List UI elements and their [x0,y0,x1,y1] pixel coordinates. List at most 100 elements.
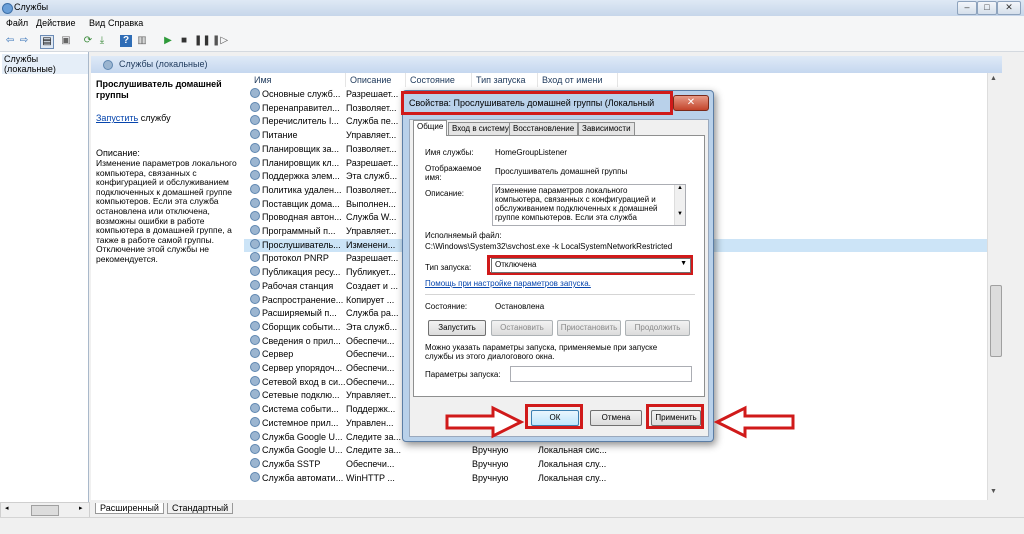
params-hint: Можно указать параметры запуска, применя… [425,343,658,361]
table-row[interactable]: Служба автомати... WinHTTP ... Вручную Лока… [244,471,987,485]
description-scroll-up-icon[interactable]: ▲ [675,185,685,191]
name-cell: Публикация ресу... [250,266,346,279]
services-gear-icon [103,60,113,70]
description-field[interactable]: Изменение параметров локального компьюте… [492,184,686,226]
tab-standard[interactable]: Стандартный [167,503,234,514]
table-row[interactable]: Служба Google U... Следите за... Вручную Ло… [244,444,987,457]
resume-button[interactable]: Продолжить [625,320,690,336]
dropdown-arrow-icon[interactable]: ▼ [680,260,687,267]
menu-view[interactable]: Вид [89,18,105,28]
title-bar: Службы – □ ✕ [0,0,1024,16]
vertical-scrollbar[interactable]: ▲ ▼ [987,73,1003,500]
services-app-icon [2,3,13,14]
name-cell: Перечислитель I... [250,115,346,128]
name-cell: Перенаправител... [250,101,346,115]
description-scrollbar[interactable]: ▲ ▼ [674,185,685,225]
forward-icon[interactable]: ⇨ [18,35,30,47]
service-name-cell: Перечислитель I... [262,116,339,127]
startup-type-select[interactable]: Отключена ▼ [491,258,691,273]
service-name-cell: Питание [262,130,298,141]
description-text: Изменение параметров локального компьюте… [96,158,237,264]
apply-button[interactable]: Применить [651,410,701,426]
service-name-cell: Публикация ресу... [262,267,341,278]
menu-action[interactable]: Действие [36,18,76,28]
scroll-thumb[interactable] [990,285,1002,357]
desc-cell: Разрешает... [346,89,399,99]
name-cell: Служба автомати... [250,471,346,485]
dialog-close-button[interactable]: ✕ [673,95,709,111]
table-row[interactable]: Служба SSTP Обеспечи... Вручную Локальная с… [244,457,987,471]
start-service-icon[interactable]: ▶ [162,35,174,47]
logon-cell: Локальная слу... [538,472,607,483]
service-name-cell: Сетевые подклю... [262,390,340,401]
column-logon[interactable]: Вход от имени [538,73,618,87]
column-startup-type[interactable]: Тип запуска [472,73,538,87]
params-input[interactable] [510,366,692,382]
action-pane-icon[interactable]: ▥ [136,35,148,47]
column-description[interactable]: Описание [346,73,406,87]
name-cell: Сервер упорядоч... [250,362,346,375]
tree-item-local-services[interactable]: Службы (локальные) [2,54,88,74]
description-scroll-down-icon[interactable]: ▼ [675,211,685,217]
pause-service-icon[interactable]: ❚❚ [194,35,211,47]
startup-help-link[interactable]: Помощь при настройке параметров запуска. [425,279,591,288]
desc-cell: Служба пе... [346,116,399,127]
hscroll-thumb[interactable] [31,505,59,516]
desc-cell: Позволяет... [346,102,397,113]
tab-logon[interactable]: Вход в систему [448,122,513,135]
desc-cell: Следите за... [346,445,401,456]
logon-cell: Локальная сис... [538,445,607,456]
start-service-link[interactable]: Запустить [96,113,138,123]
properties-icon[interactable]: ▣ [60,35,72,47]
console-tree-icon[interactable]: ▤ [40,35,54,49]
ok-button[interactable]: ОК [531,410,579,426]
maximize-button[interactable]: □ [977,1,997,15]
column-name[interactable]: Имя [250,73,346,87]
logon-cell: Локальная слу... [538,458,607,469]
service-name-cell: Служба SSTP [262,458,321,469]
column-state[interactable]: Состояние [406,73,472,87]
scroll-right-icon[interactable]: ▸ [79,504,83,512]
close-window-button[interactable]: ✕ [997,1,1021,15]
stop-button[interactable]: Остановить [491,320,553,336]
service-gear-icon [250,225,260,235]
service-name-cell: Рабочая станция [262,280,334,291]
back-icon[interactable]: ⇦ [4,35,16,47]
tab-recovery[interactable]: Восстановление [509,122,579,135]
tree-hscrollbar[interactable]: ◂ ▸ [0,502,90,518]
desc-cell: Следите за... [346,431,401,442]
display-name-label: Отображаемое имя: [425,164,482,182]
desc-cell: Управляет... [346,226,397,236]
scroll-up-icon[interactable]: ▲ [990,75,997,82]
tab-dependencies[interactable]: Зависимости [578,122,635,135]
state-value: Остановлена [495,302,545,311]
menu-file[interactable]: Файл [6,18,28,28]
desc-cell: Эта служб... [346,171,398,182]
service-gear-icon [250,389,260,400]
description-field-label: Описание: [425,189,465,198]
restart-service-icon[interactable]: ❚▷ [212,35,228,47]
tab-general[interactable]: Общие [413,120,448,136]
desc-cell: Публикует... [346,267,396,278]
name-cell: Сборщик событи... [250,320,346,334]
desc-cell: Создает и ... [346,280,398,291]
scroll-down-icon[interactable]: ▼ [990,488,997,495]
export-icon[interactable]: ⤓ [96,35,108,47]
scroll-left-icon[interactable]: ◂ [5,504,9,512]
name-cell: Основные служб... [250,88,346,101]
refresh-icon[interactable]: ⟳ [82,35,94,47]
help-icon[interactable]: ? [120,35,132,47]
service-name-cell: Расширяемый п... [262,308,337,319]
pause-button[interactable]: Приостановить [557,320,621,336]
menu-help[interactable]: Справка [108,18,143,28]
minimize-button[interactable]: – [957,1,977,15]
tab-extended[interactable]: Расширенный [95,503,164,514]
stop-service-icon[interactable]: ■ [178,35,190,47]
view-tabs: Расширенный Стандартный [91,502,1002,517]
service-gear-icon [250,142,260,153]
desc-cell: Изменени... [346,239,396,250]
desc-cell: Управляет... [346,390,397,401]
cancel-button[interactable]: Отмена [590,410,642,426]
start-button[interactable]: Запустить [428,320,486,336]
service-gear-icon [250,252,260,263]
